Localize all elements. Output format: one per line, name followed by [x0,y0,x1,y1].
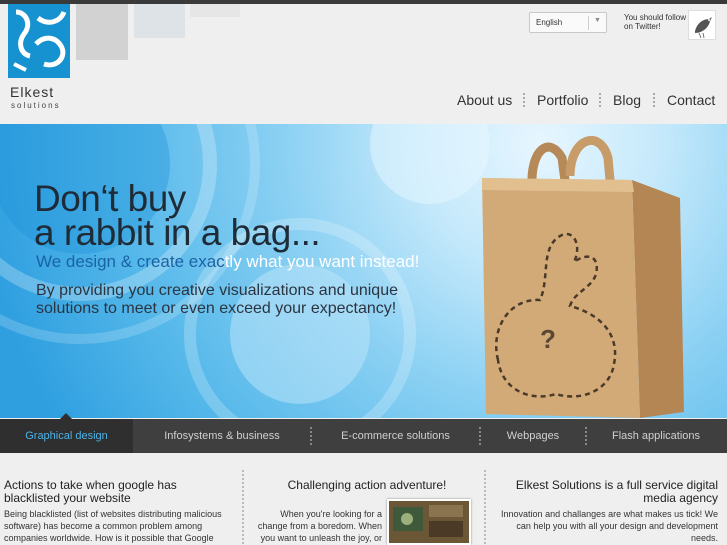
left-column-title[interactable]: Actions to take when google has blacklis… [4,479,229,505]
nav-portfolio[interactable]: Portfolio [537,92,588,108]
nav-about-us[interactable]: About us [457,92,512,108]
column-separator [242,470,244,545]
tab-webpages[interactable]: Webpages [486,419,580,453]
game-thumbnail-image[interactable] [387,499,471,545]
middle-column-title[interactable]: Challenging action adventure! [250,479,484,492]
tab-label: Graphical design [25,430,108,442]
twitter-bird-icon[interactable] [688,10,716,40]
tab-flash-applications[interactable]: Flash applications [590,419,722,453]
nav-contact[interactable]: Contact [667,92,715,108]
tab-separator [479,427,481,445]
right-column-title[interactable]: Elkest Solutions is a full service digit… [492,479,718,505]
logo-subtitle: solutions [11,101,61,110]
active-tab-indicator [60,413,72,419]
middle-column-text: When you're looking for a change from a … [257,509,382,543]
hero-description-line1: By providing you creative visualizations… [36,282,398,299]
hero-headline-line2: a rabbit in a bag... [34,212,321,253]
tab-graphical-design[interactable]: Graphical design [0,413,133,453]
language-select[interactable]: English ▼ [529,12,607,33]
hero-description-line2: solutions to meet or even exceed your ex… [36,300,397,317]
logo-mark-icon [8,4,70,78]
tab-label: Flash applications [611,430,701,442]
tab-infosystems-business[interactable]: Infosystems & business [138,419,306,453]
left-column-text: Being blacklisted (list of websites dist… [4,509,222,543]
nav-separator [653,93,655,109]
tab-label: E-commerce solutions [341,430,450,442]
right-column-text: Innovation and challanges are what makes… [501,509,718,543]
nav-separator [523,93,525,109]
tab-label: Infosystems & business [164,430,280,442]
decor-block [76,4,128,60]
tab-separator [310,427,312,445]
hero-subline: We design & create exactly what you want… [36,252,419,272]
hero-subline-highlight: tly what you want instead! [224,252,420,271]
paper-bag-image: ? [482,136,684,418]
chevron-down-icon: ▼ [594,17,601,24]
nav-separator [599,93,601,109]
language-select-value: English [536,18,563,27]
decor-block [190,4,240,17]
column-separator [484,470,486,545]
question-mark-icon: ? [540,324,556,354]
nav-blog[interactable]: Blog [613,92,641,108]
tab-ecommerce-solutions[interactable]: E-commerce solutions [318,419,473,453]
tab-label: Webpages [506,430,560,442]
service-tabs: Graphical design Infosystems & business … [0,413,727,453]
select-divider [588,16,589,30]
logo[interactable]: Elkest solutions [8,4,70,110]
hero-subline-start: We design & create exac [36,252,225,271]
decor-block [134,4,185,38]
tab-separator [585,427,587,445]
logo-name: Elkest [10,84,55,100]
